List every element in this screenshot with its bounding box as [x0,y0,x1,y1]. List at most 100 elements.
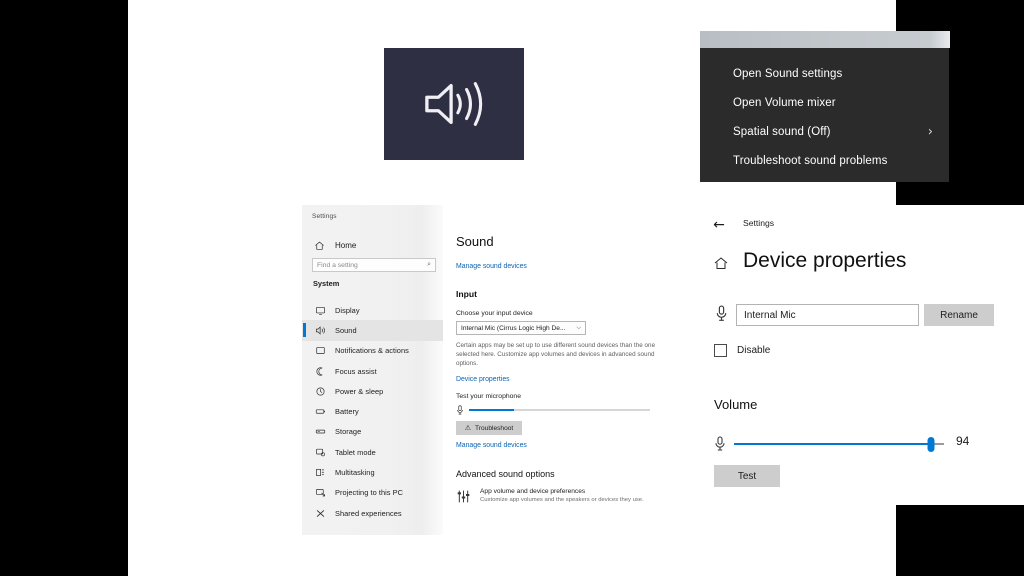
sidebar-item-label: Display [335,305,360,315]
sidebar-item-label: Focus assist [335,366,377,376]
menu-item-label: Spatial sound (Off) [733,125,831,138]
microphone-icon [716,305,727,321]
sidebar-item-focus-assist[interactable]: Focus assist [302,361,443,381]
troubleshoot-label: Troubleshoot [475,424,514,432]
taskbar-strip [700,31,950,48]
slide-canvas: Open Sound settings Open Volume mixer Sp… [128,0,1024,576]
projecting-icon [316,489,325,497]
test-button[interactable]: Test [714,465,780,487]
window-title: Settings [312,213,337,220]
breadcrumb[interactable]: Settings [743,218,774,228]
app-volume-text: App volume and device preferences Custom… [480,488,644,504]
display-icon [316,306,325,315]
advanced-sound-options-heading: Advanced sound options [456,469,555,479]
troubleshoot-button[interactable]: ⚠ Troubleshoot [456,421,522,435]
back-button[interactable]: ← [709,215,729,235]
sound-context-menu: Open Sound settings Open Volume mixer Sp… [700,48,949,182]
sidebar-item-projecting[interactable]: Projecting to this PC [302,483,443,503]
chevron-right-icon: › [927,124,933,139]
microphone-icon [715,436,725,451]
sidebar-item-battery[interactable]: Battery [302,401,443,421]
device-name-input[interactable] [736,304,919,326]
app-volume-subtitle: Customize app volumes and the speakers o… [480,497,644,503]
sidebar-item-notifications[interactable]: Notifications & actions [302,341,443,361]
search-placeholder: Find a setting [317,261,358,269]
menu-item-label: Open Sound settings [733,67,843,80]
sidebar-nav: Display Sound Notifications & actions Fo… [302,300,443,523]
menu-item-open-sound-settings[interactable]: Open Sound settings [700,59,949,88]
screenshot-root: Open Sound settings Open Volume mixer Sp… [0,0,1024,576]
warning-icon: ⚠ [464,424,472,432]
sidebar-item-shared-experiences[interactable]: Shared experiences [302,503,443,523]
microphone-level-meter [456,405,650,415]
app-volume-preferences-item[interactable]: App volume and device preferences Custom… [456,488,656,504]
sidebar-item-label: Power & sleep [335,386,384,396]
shared-experiences-icon [316,509,325,517]
menu-item-open-volume-mixer[interactable]: Open Volume mixer [700,88,949,117]
storage-icon [315,430,326,434]
device-properties-panel: ← Settings Device properties Rename Disa… [700,205,1024,505]
battery-icon [315,409,325,414]
chevron-down-icon: ⌵ [576,324,581,331]
app-volume-title: App volume and device preferences [480,488,586,495]
sidebar-item-home[interactable]: Home [310,236,438,254]
volume-slider-row[interactable] [714,433,944,455]
disable-checkbox-row[interactable]: Disable [714,344,770,357]
speaker-volume-icon [425,82,483,126]
sidebar-item-display[interactable]: Display [302,300,443,320]
sidebar-item-power-sleep[interactable]: Power & sleep [302,381,443,401]
search-input[interactable]: Find a setting ⌕ [312,258,436,272]
sidebar-home-label: Home [335,240,357,250]
sidebar-item-tablet-mode[interactable]: Tablet mode [302,442,443,462]
manage-sound-devices-link-bottom[interactable]: Manage sound devices [456,442,527,449]
sliders-icon [457,490,470,503]
tablet-icon [316,448,325,456]
sidebar-item-label: Projecting to this PC [335,488,404,498]
multitasking-icon [316,469,324,476]
test-microphone-label: Test your microphone [456,393,521,400]
page-title: Sound [456,234,494,249]
power-icon [316,387,325,396]
volume-value: 94 [956,434,970,448]
device-properties-title: Device properties [743,249,907,272]
choose-input-device-label: Choose your input device [456,310,533,317]
manage-sound-devices-link-top[interactable]: Manage sound devices [456,263,527,270]
meter-track [469,408,650,412]
home-icon [315,241,324,250]
sound-settings-pane: Sound Manage sound devices Input Choose … [443,205,664,535]
rename-button[interactable]: Rename [924,304,994,326]
sidebar-item-label: Sound [335,325,357,335]
sidebar-item-label: Shared experiences [335,508,402,518]
volume-slider[interactable] [734,436,944,452]
menu-item-label: Troubleshoot sound problems [733,154,888,167]
disable-checkbox[interactable] [714,344,727,357]
sidebar-item-sound[interactable]: Sound [302,320,443,341]
device-properties-link[interactable]: Device properties [456,376,510,383]
input-device-select[interactable]: Internal Mic (Cirrus Logic High De... ⌵ [456,321,586,335]
slider-thumb[interactable] [927,437,935,452]
menu-item-label: Open Volume mixer [733,96,836,109]
sidebar-item-storage[interactable]: Storage [302,422,443,442]
slider-fill [734,443,932,445]
meter-fill [469,408,515,412]
disable-label: Disable [737,345,771,356]
sidebar-group-label: System [313,279,340,288]
settings-sidebar: Settings Home Find a setting ⌕ System Di… [302,205,443,535]
input-device-value: Internal Mic (Cirrus Logic High De... [461,324,566,332]
sidebar-item-label: Notifications & actions [335,346,409,356]
sidebar-item-label: Storage [335,427,362,437]
sidebar-item-multitasking[interactable]: Multitasking [302,462,443,482]
settings-window: Settings Home Find a setting ⌕ System Di… [302,205,664,535]
input-device-description: Certain apps may be set up to use differ… [456,342,656,367]
moon-icon [316,366,323,376]
volume-heading: Volume [714,397,758,412]
search-icon: ⌕ [427,261,431,268]
sidebar-item-label: Battery [335,407,359,417]
speaker-volume-tile[interactable] [384,48,524,160]
microphone-icon [457,405,463,415]
notifications-icon [316,347,325,355]
sidebar-item-label: Multitasking [335,468,375,478]
menu-item-troubleshoot-sound-problems[interactable]: Troubleshoot sound problems [700,146,949,175]
menu-item-spatial-sound[interactable]: Spatial sound (Off) › [700,117,949,146]
sound-icon [316,326,325,335]
